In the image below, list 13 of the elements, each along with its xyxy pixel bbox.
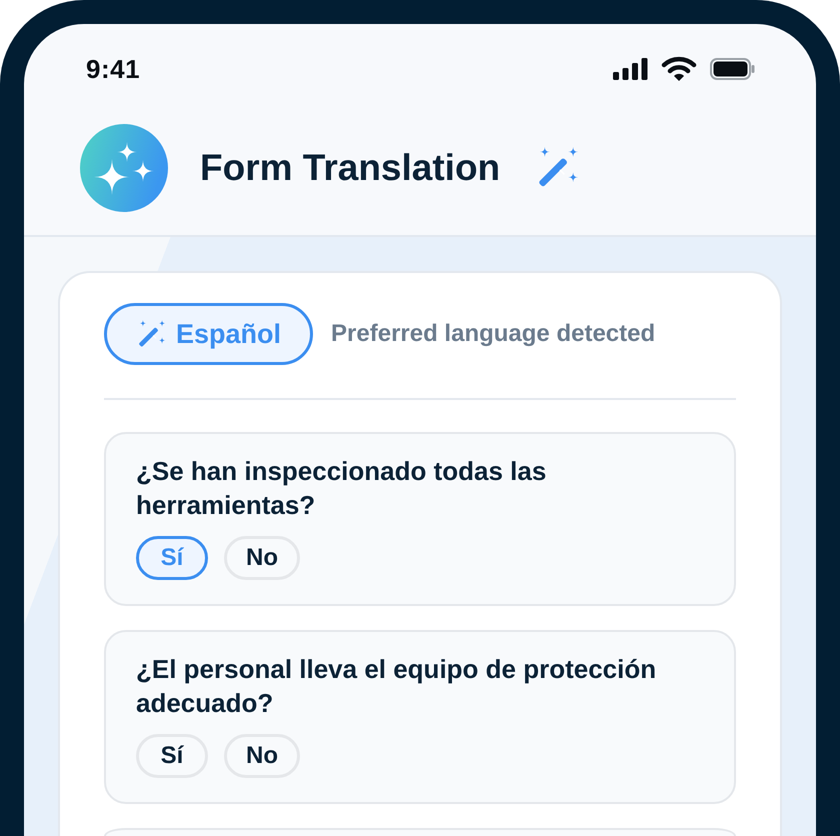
answer-option[interactable]: Sí (136, 734, 208, 778)
magic-wand-icon (137, 320, 166, 348)
app-title: Form Translation (200, 147, 500, 189)
wifi-icon (661, 56, 697, 82)
answer-option[interactable]: No (224, 536, 300, 580)
answer-option[interactable]: No (224, 734, 300, 778)
battery-icon (710, 58, 755, 80)
question-text: ¿Se han inspeccionado todas las herramientas? (136, 455, 548, 522)
status-time: 9:41 (86, 54, 140, 84)
question-text: ¿El personal lleva el equipo de protección adecuado? (136, 653, 658, 720)
language-note: Preferred language detected (331, 320, 656, 348)
sparkles-icon (80, 124, 168, 212)
signal-icon (613, 58, 648, 80)
